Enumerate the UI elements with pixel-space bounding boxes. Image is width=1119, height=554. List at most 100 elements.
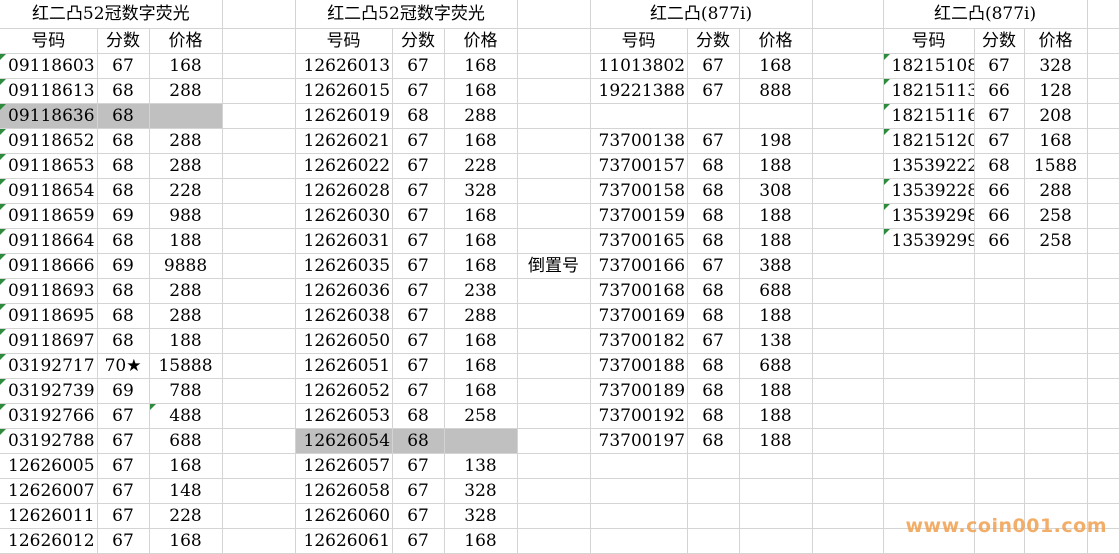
spacer-cell[interactable] [222, 203, 296, 229]
spacer-cell[interactable] [222, 278, 296, 304]
spacer-cell[interactable] [812, 328, 884, 354]
price-cell[interactable]: 168 [149, 528, 223, 554]
price-cell[interactable]: 168 [149, 453, 223, 479]
column-header-score[interactable]: 分数 [687, 28, 740, 54]
price-cell[interactable]: 1588 [1024, 153, 1088, 179]
price-cell[interactable]: 148 [149, 478, 223, 504]
spacer-cell[interactable] [517, 28, 591, 54]
score-cell[interactable]: 68 [97, 228, 150, 254]
number-cell[interactable]: 12626036 [295, 278, 393, 304]
spacer-cell[interactable] [1087, 178, 1119, 204]
spacer-cell[interactable] [812, 0, 884, 29]
price-cell[interactable]: 328 [444, 503, 518, 529]
number-cell[interactable]: 12626057 [295, 453, 393, 479]
empty-cell[interactable] [974, 378, 1025, 404]
empty-cell[interactable] [1024, 303, 1088, 329]
spacer-cell[interactable] [517, 178, 591, 204]
number-cell[interactable]: 73700138 [590, 128, 688, 154]
number-cell[interactable]: 12626028 [295, 178, 393, 204]
number-cell[interactable]: 12626015 [295, 78, 393, 104]
score-cell[interactable]: 68 [97, 303, 150, 329]
empty-cell[interactable] [1024, 453, 1088, 479]
number-cell[interactable]: 18215113 [883, 78, 975, 104]
spacer-cell[interactable] [812, 478, 884, 504]
price-cell[interactable]: 168 [1024, 128, 1088, 154]
number-cell[interactable]: 09118695 [0, 303, 98, 329]
spacer-cell[interactable] [1087, 128, 1119, 154]
empty-cell[interactable] [687, 503, 740, 529]
empty-cell[interactable] [687, 528, 740, 554]
price-cell[interactable]: 168 [444, 353, 518, 379]
empty-cell[interactable] [974, 428, 1025, 454]
spacer-cell[interactable] [1087, 53, 1119, 79]
number-cell[interactable]: 12626011 [0, 503, 98, 529]
empty-cell[interactable] [1024, 328, 1088, 354]
spacer-cell[interactable] [1087, 303, 1119, 329]
score-cell[interactable]: 68 [687, 228, 740, 254]
score-cell[interactable]: 66 [974, 203, 1025, 229]
number-cell[interactable]: 12626031 [295, 228, 393, 254]
spacer-cell[interactable] [222, 28, 296, 54]
score-cell[interactable]: 67 [97, 428, 150, 454]
spacer-cell[interactable] [1087, 103, 1119, 129]
spacer-cell[interactable] [222, 0, 296, 29]
number-cell[interactable] [590, 103, 688, 129]
spacer-cell[interactable] [1087, 203, 1119, 229]
score-cell[interactable]: 68 [97, 103, 150, 129]
number-cell[interactable]: 73700159 [590, 203, 688, 229]
column-header-score[interactable]: 分数 [392, 28, 445, 54]
spacer-cell[interactable] [222, 228, 296, 254]
empty-cell[interactable] [1024, 428, 1088, 454]
number-cell[interactable]: 73700182 [590, 328, 688, 354]
empty-cell[interactable] [883, 253, 975, 279]
number-cell[interactable]: 73700192 [590, 403, 688, 429]
empty-cell[interactable] [974, 478, 1025, 504]
spacer-cell[interactable] [222, 153, 296, 179]
spacer-cell[interactable] [517, 278, 591, 304]
number-cell[interactable]: 73700169 [590, 303, 688, 329]
spacer-cell[interactable] [1087, 78, 1119, 104]
spacer-cell[interactable] [222, 328, 296, 354]
column-header-number[interactable]: 号码 [0, 28, 98, 54]
number-cell[interactable]: 73700197 [590, 428, 688, 454]
number-cell[interactable]: 09118693 [0, 278, 98, 304]
spacer-cell[interactable] [812, 203, 884, 229]
score-cell[interactable]: 68 [97, 128, 150, 154]
number-cell[interactable]: 13539299 [883, 228, 975, 254]
spacer-cell[interactable] [222, 303, 296, 329]
number-cell[interactable]: 73700189 [590, 378, 688, 404]
number-cell[interactable]: 12626058 [295, 478, 393, 504]
spacer-cell[interactable] [1087, 0, 1119, 29]
score-cell[interactable]: 67 [392, 178, 445, 204]
number-cell[interactable]: 09118636 [0, 103, 98, 129]
spacer-cell[interactable] [812, 178, 884, 204]
empty-cell[interactable] [1024, 478, 1088, 504]
price-cell[interactable]: 688 [739, 278, 813, 304]
spacer-cell[interactable] [812, 153, 884, 179]
number-cell[interactable]: 12626012 [0, 528, 98, 554]
price-cell[interactable]: 888 [739, 78, 813, 104]
price-cell[interactable]: 688 [739, 353, 813, 379]
number-cell[interactable]: 09118666 [0, 253, 98, 279]
empty-cell[interactable] [883, 303, 975, 329]
number-cell[interactable]: 12626030 [295, 203, 393, 229]
score-cell[interactable]: 67 [974, 53, 1025, 79]
spacer-cell[interactable] [812, 403, 884, 429]
price-cell[interactable]: 188 [739, 428, 813, 454]
number-cell[interactable]: 09118664 [0, 228, 98, 254]
empty-cell[interactable] [883, 478, 975, 504]
spacer-cell[interactable] [812, 303, 884, 329]
empty-cell[interactable] [687, 478, 740, 504]
spacer-cell[interactable] [1087, 153, 1119, 179]
spacer-cell[interactable] [222, 178, 296, 204]
price-cell[interactable]: 198 [739, 128, 813, 154]
price-cell[interactable]: 988 [149, 203, 223, 229]
score-cell[interactable]: 68 [97, 78, 150, 104]
number-cell[interactable]: 12626035 [295, 253, 393, 279]
number-cell[interactable]: 12626061 [295, 528, 393, 554]
number-cell[interactable]: 09118697 [0, 328, 98, 354]
spacer-cell[interactable] [222, 103, 296, 129]
spacer-cell[interactable] [1087, 228, 1119, 254]
number-cell[interactable]: 11013802 [590, 53, 688, 79]
price-cell[interactable]: 238 [444, 278, 518, 304]
